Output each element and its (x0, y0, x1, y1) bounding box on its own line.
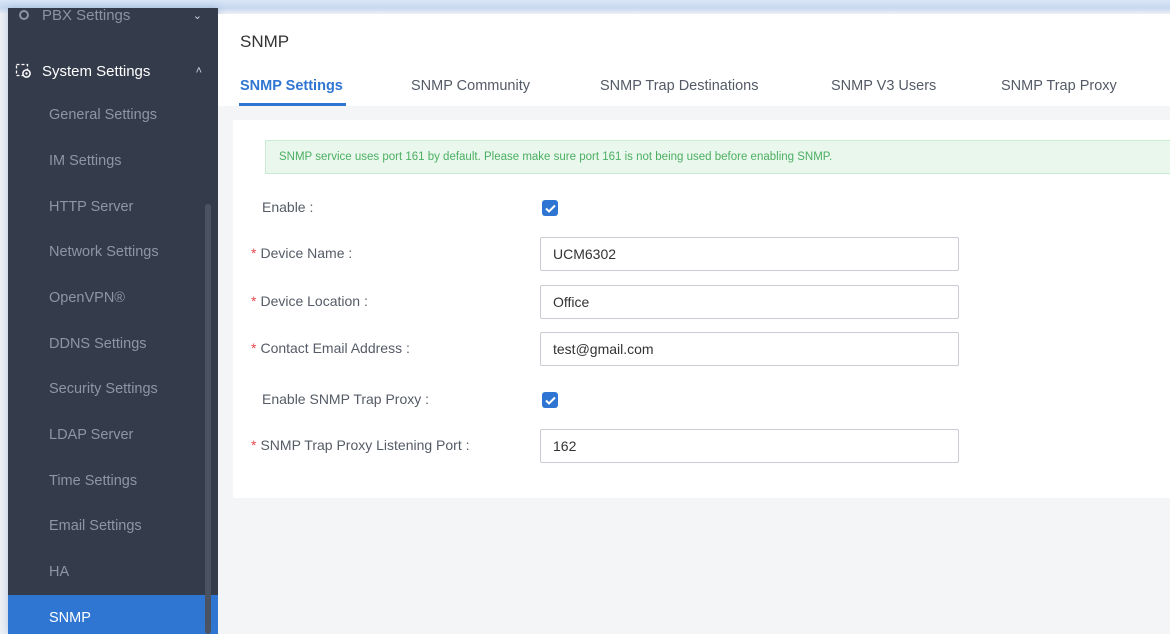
sidebar-item-im-settings[interactable]: IM Settings (8, 138, 204, 184)
device-name-label: * Device Name : (251, 245, 353, 261)
enable-trap-proxy-label: Enable SNMP Trap Proxy : (262, 391, 430, 407)
sidebar-item-ha[interactable]: HA (8, 549, 204, 595)
sidebar-item-snmp[interactable]: SNMP (8, 595, 218, 634)
sidebar-group-label: System Settings (42, 62, 151, 80)
sidebar-item-label: Network Settings (49, 244, 159, 260)
form-row-enable-trap-proxy: Enable SNMP Trap Proxy : (233, 383, 1170, 419)
sidebar-item-ddns-settings[interactable]: DDNS Settings (8, 321, 204, 367)
sidebar-item-label: HA (49, 564, 70, 580)
sidebar-item-label: Time Settings (49, 473, 138, 489)
sidebar-item-label: OpenVPN® (49, 290, 125, 306)
checkmark-icon (544, 396, 556, 405)
sidebar-item-http-server[interactable]: HTTP Server (8, 184, 204, 230)
page-header: SNMP SNMP Settings SNMP Community SNMP T… (218, 14, 1170, 106)
checkmark-icon (544, 204, 556, 213)
sidebar-item-ldap-server[interactable]: LDAP Server (8, 412, 204, 458)
sidebar-item-general-settings[interactable]: General Settings (8, 92, 204, 138)
sidebar: PBX Settings ⌄ System Settings ˄ General… (8, 8, 218, 634)
tab-snmp-trap-proxy[interactable]: SNMP Trap Proxy (1001, 78, 1117, 94)
device-location-input[interactable] (540, 285, 959, 319)
device-location-label: * Device Location : (251, 293, 368, 309)
main-content: SNMP SNMP Settings SNMP Community SNMP T… (218, 14, 1170, 634)
form-row-device-location: * Device Location : (233, 285, 1170, 321)
form-row-trap-proxy-port: * SNMP Trap Proxy Listening Port : (233, 429, 1170, 465)
sidebar-item-label: HTTP Server (49, 199, 134, 215)
required-asterisk: * (251, 437, 257, 453)
sidebar-item-label: Email Settings (49, 518, 142, 534)
chevron-down-icon: ⌄ (192, 9, 202, 22)
page-title: SNMP (240, 32, 290, 51)
form-row-contact-email: * Contact Email Address : (233, 332, 1170, 368)
info-notice: SNMP service uses port 161 by default. P… (265, 140, 1170, 174)
required-asterisk: * (251, 245, 257, 261)
sidebar-item-security-settings[interactable]: Security Settings (8, 366, 204, 412)
trap-proxy-port-label: * SNMP Trap Proxy Listening Port : (251, 437, 470, 453)
system-settings-gear-icon (14, 61, 34, 81)
trap-proxy-port-input[interactable] (540, 429, 959, 463)
device-name-input[interactable] (540, 237, 959, 271)
tab-bar: SNMP Settings SNMP Community SNMP Trap D… (218, 76, 1170, 106)
tab-snmp-settings[interactable]: SNMP Settings (240, 78, 343, 94)
required-asterisk: * (251, 340, 257, 356)
sidebar-group-system-settings[interactable]: System Settings ˄ (8, 50, 218, 92)
tab-snmp-community[interactable]: SNMP Community (411, 78, 530, 94)
settings-panel: SNMP service uses port 161 by default. P… (233, 120, 1170, 498)
tab-snmp-v3-users[interactable]: SNMP V3 Users (831, 78, 936, 94)
active-tab-indicator (239, 103, 346, 106)
form-row-enable: Enable : (233, 191, 1170, 227)
sidebar-group-label: PBX Settings (42, 8, 131, 24)
sidebar-item-label: General Settings (49, 107, 158, 123)
sidebar-item-label: Security Settings (49, 381, 158, 397)
tab-snmp-trap-destinations[interactable]: SNMP Trap Destinations (600, 78, 759, 94)
enable-checkbox[interactable] (542, 200, 558, 216)
sidebar-item-label: SNMP (49, 610, 91, 626)
sidebar-item-openvpn[interactable]: OpenVPN® (8, 275, 204, 321)
chevron-up-icon: ˄ (195, 65, 202, 77)
sidebar-item-email-settings[interactable]: Email Settings (8, 503, 204, 549)
sidebar-item-label: IM Settings (49, 153, 122, 169)
sidebar-scrollbar[interactable] (205, 204, 211, 634)
enable-trap-proxy-checkbox[interactable] (542, 392, 558, 408)
sidebar-item-network-settings[interactable]: Network Settings (8, 229, 204, 275)
pbx-gear-icon (14, 8, 34, 25)
sidebar-item-label: DDNS Settings (49, 336, 147, 352)
sidebar-item-label: LDAP Server (49, 427, 134, 443)
form-row-device-name: * Device Name : (233, 237, 1170, 273)
contact-email-label: * Contact Email Address : (251, 340, 410, 356)
required-asterisk: * (251, 293, 257, 309)
sidebar-item-time-settings[interactable]: Time Settings (8, 458, 204, 504)
contact-email-input[interactable] (540, 332, 959, 366)
enable-label: Enable : (262, 199, 314, 215)
sidebar-group-pbx-settings[interactable]: PBX Settings ⌄ (8, 8, 218, 36)
